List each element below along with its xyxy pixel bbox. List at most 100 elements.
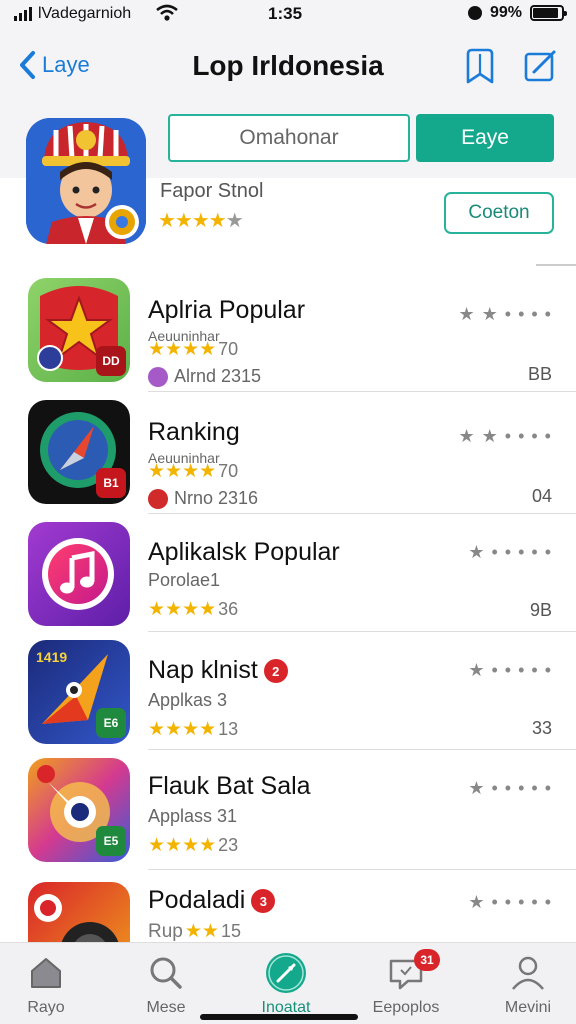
app-title: Aplikalsk Popular	[148, 538, 340, 566]
app-rating: ★★★★ 70	[148, 460, 238, 483]
rating-dots: ★ • • • • •	[468, 892, 552, 912]
app-title: Aplria Popular	[148, 296, 306, 324]
icon-corner-tag: DD	[96, 346, 126, 376]
rating-count: 13	[218, 719, 239, 739]
rating-count: 70	[218, 461, 239, 481]
status-time: 1:35	[268, 4, 303, 23]
rating-stars: ★★★★	[148, 835, 217, 856]
app-size: 04	[531, 486, 552, 506]
app-size: BB	[527, 364, 552, 384]
segment-option-left[interactable]: Omahonar	[168, 114, 410, 162]
icon-corner-tag: B1	[96, 468, 126, 498]
app-title-text: Nap klnist	[148, 656, 258, 684]
status-right: 99%	[467, 4, 567, 22]
rating-dots: ★ • • • • •	[468, 778, 552, 798]
app-title: Flauk Bat Sala	[148, 772, 311, 800]
navigation-bar: Laye Lop Irldonesia	[0, 30, 576, 106]
home-indicator[interactable]	[200, 1014, 358, 1020]
rating-count: 23	[218, 835, 239, 855]
tab-messages[interactable]: 31 Eepoplos	[356, 949, 456, 1021]
app-title: Podaladi 3	[148, 886, 276, 915]
wifi-icon	[156, 4, 178, 21]
person-icon	[512, 956, 544, 990]
rating-stars: ★★	[184, 921, 219, 942]
tab-discover[interactable]: Inoatat	[236, 949, 336, 1021]
rating-dots: ★ • • • • •	[468, 660, 552, 680]
meta-text: Alrnd 2315	[174, 366, 262, 386]
app-rating: ★★★★ 13	[148, 718, 238, 741]
music-note-icon	[42, 538, 114, 610]
battery-percent: 99%	[489, 4, 522, 21]
featured-get-button[interactable]: Coeton	[444, 192, 554, 234]
tab-home[interactable]: Rayo	[0, 949, 96, 1021]
app-rating: ★★★★ 70	[148, 338, 238, 361]
carrier-group: lVadegarnioh	[14, 5, 131, 23]
featured-app-rating: ★★★★★	[158, 208, 244, 233]
icon-corner-tag: E5	[96, 826, 126, 856]
tab-badge: 31	[414, 949, 440, 971]
icon-corner-tag: E6	[96, 708, 126, 738]
featured-app: Omahonar Eaye Fapor Stnol ★★★★★ Coeton	[0, 106, 576, 256]
notification-badge: 2	[263, 659, 288, 684]
rating-dots: ★ • • • • •	[468, 542, 552, 562]
developer-icon	[148, 488, 168, 509]
list-item[interactable]: DD Aplria Popular Aeuuninhar ★★★★ 70 Alrn…	[0, 270, 576, 392]
tab-label: Mevini	[504, 999, 552, 1016]
list-item[interactable]: Aplikalsk Popular Porolae1 ★★★★ 36 ★ • • …	[0, 514, 576, 632]
app-subtitle: Applass 31	[148, 806, 238, 826]
app-title: Ranking	[148, 418, 240, 446]
home-icon	[31, 958, 61, 988]
compass-icon	[266, 953, 306, 993]
divider	[536, 264, 576, 266]
app-icon	[28, 882, 130, 942]
app-list: DD Aplria Popular Aeuuninhar ★★★★ 70 Alrn…	[0, 256, 576, 942]
featured-app-icon[interactable]	[26, 118, 146, 244]
app-icon: 1419 E6	[28, 640, 130, 744]
list-item[interactable]: B1 Ranking Aeuuninhar ★★★★ 70 Nrno 2316 ★…	[0, 392, 576, 514]
app-subtitle: Porolae1	[148, 570, 221, 590]
rating-stars: ★★★★	[158, 210, 227, 232]
mascot-illustration	[26, 118, 146, 244]
featured-app-name: Fapor Stnol	[160, 180, 264, 202]
app-icon	[28, 522, 130, 626]
status-bar: lVadegarnioh 1:35 99%	[0, 0, 576, 30]
app-size: 33	[531, 718, 552, 738]
app-meta: Alrnd 2315	[148, 366, 261, 387]
meta-text: Nrno 2316	[174, 488, 259, 508]
tab-profile[interactable]: Mevini	[478, 949, 576, 1021]
rating-stars: ★★★★	[148, 599, 217, 620]
developer-icon	[148, 366, 168, 387]
list-item[interactable]: Podaladi 3 Rup ★★ 15 ★ • • • • •	[0, 870, 576, 942]
rating-count: 15	[220, 921, 241, 941]
app-rating: ★★★★ 23	[148, 834, 238, 857]
bookmark-icon[interactable]	[462, 46, 498, 86]
compose-icon[interactable]	[522, 46, 558, 86]
signal-icon	[14, 7, 32, 21]
segment-option-right[interactable]: Eaye	[416, 114, 554, 162]
icon-text: 1419	[36, 649, 67, 665]
search-icon	[150, 957, 182, 989]
app-rating: ★★★★ 36	[148, 598, 238, 621]
rating-dots: ★ ★ • • • •	[458, 304, 552, 324]
list-item[interactable]: 1419 E6 Nap klnist 2 Applkas 3 ★★★★ 13 ★ •…	[0, 632, 576, 750]
app-size: 9B	[529, 600, 552, 620]
rating-stars: ★★★★	[148, 339, 217, 360]
tab-search[interactable]: Mese	[116, 949, 216, 1021]
rating-count: 36	[218, 599, 239, 619]
carrier-label: lVadegarnioh	[38, 5, 132, 22]
tab-bar: Rayo Mese Inoatat 31 Eepoplos Mevini	[0, 942, 576, 1024]
battery-icon	[530, 5, 567, 21]
app-rating: Rup ★★ 15	[148, 920, 241, 942]
app-title: Nap klnist 2	[148, 656, 288, 685]
rating-count: 70	[218, 339, 239, 359]
app-title-text: Podaladi	[148, 886, 246, 914]
rating-star-empty: ★	[225, 210, 244, 232]
tab-label: Eepoplos	[372, 999, 440, 1016]
rating-stars: ★★★★	[148, 461, 217, 482]
app-subtitle: Applkas 3	[148, 690, 228, 710]
notification-badge: 3	[251, 889, 276, 914]
rating-dots: ★ ★ • • • •	[458, 426, 552, 446]
list-item[interactable]: E5 Flauk Bat Sala Applass 31 ★★★★ 23 ★ • …	[0, 750, 576, 870]
tab-label: Rayo	[27, 999, 65, 1016]
game-icon	[34, 894, 119, 942]
